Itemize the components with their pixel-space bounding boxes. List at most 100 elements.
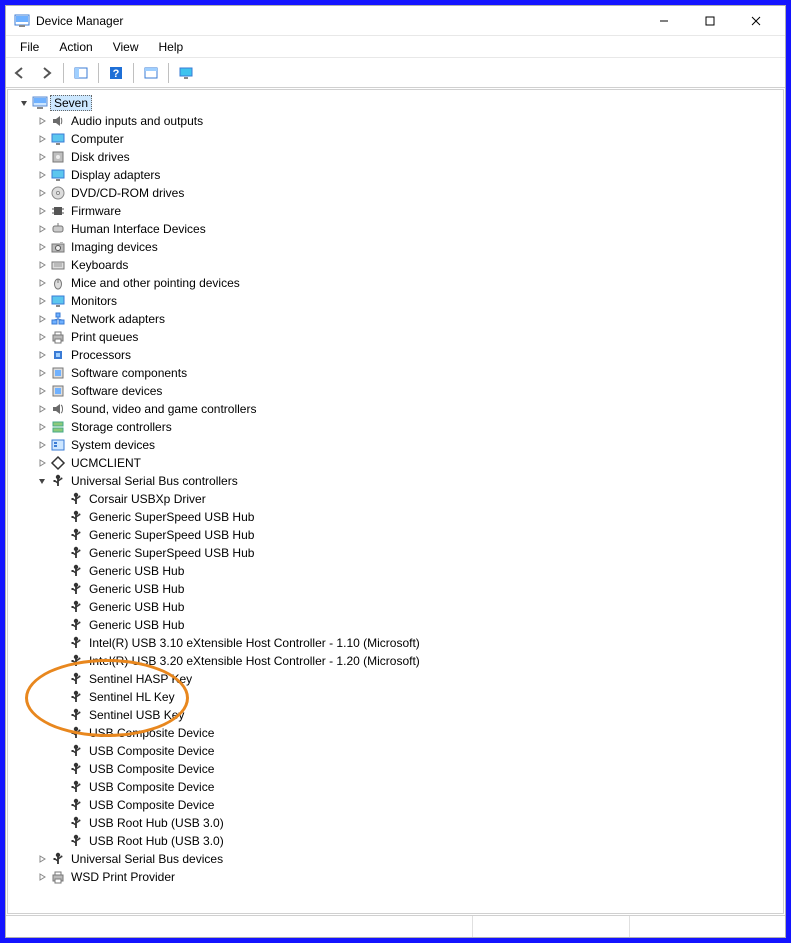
expand-toggle-icon[interactable] [36,458,48,468]
expand-toggle-icon[interactable] [18,98,30,108]
expand-toggle-icon[interactable] [36,440,48,450]
tree-item[interactable]: Seven [16,94,779,112]
tree-item[interactable]: Universal Serial Bus controllers [34,472,779,490]
tree-item[interactable]: Sentinel HL Key [52,688,779,706]
tree-item-label: WSD Print Provider [68,870,178,884]
tree-item[interactable]: Sentinel HASP Key [52,670,779,688]
tree-item[interactable]: Storage controllers [34,418,779,436]
expand-toggle-icon[interactable] [36,260,48,270]
expand-toggle-icon[interactable] [36,332,48,342]
tree-item[interactable]: Intel(R) USB 3.10 eXtensible Host Contro… [52,634,779,652]
expand-toggle-icon[interactable] [36,224,48,234]
menu-file[interactable]: File [10,38,49,56]
tree-item[interactable]: Sentinel USB Key [52,706,779,724]
tree-item[interactable]: USB Composite Device [52,760,779,778]
tree-item[interactable]: Mice and other pointing devices [34,274,779,292]
help-button[interactable]: ? [104,61,128,85]
tree-item[interactable]: Processors [34,346,779,364]
system-icon [50,437,66,453]
tree-item[interactable]: DVD/CD-ROM drives [34,184,779,202]
tree-item[interactable]: Generic USB Hub [52,616,779,634]
tree-item[interactable]: Sound, video and game controllers [34,400,779,418]
tree-item[interactable]: Firmware [34,202,779,220]
tree-item[interactable]: Generic SuperSpeed USB Hub [52,544,779,562]
expand-toggle-icon[interactable] [36,278,48,288]
computer-icon [32,95,48,111]
expand-toggle-icon[interactable] [36,476,48,486]
menu-view[interactable]: View [103,38,149,56]
status-cell [6,916,472,937]
expand-toggle-icon[interactable] [36,152,48,162]
expand-toggle-icon[interactable] [36,404,48,414]
tree-item[interactable]: Disk drives [34,148,779,166]
expand-toggle-icon[interactable] [36,422,48,432]
expand-toggle-icon[interactable] [36,296,48,306]
sw-icon [50,383,66,399]
tree-item[interactable]: Generic USB Hub [52,562,779,580]
tree-item[interactable]: UCMCLIENT [34,454,779,472]
menu-help[interactable]: Help [149,38,194,56]
scan-hardware-button[interactable] [139,61,163,85]
tree-item[interactable]: Imaging devices [34,238,779,256]
disk-icon [50,149,66,165]
tree-item[interactable]: USB Root Hub (USB 3.0) [52,832,779,850]
tree-item[interactable]: Generic SuperSpeed USB Hub [52,526,779,544]
device-tree-area[interactable]: SevenAudio inputs and outputsComputerDis… [7,89,784,914]
tree-item[interactable]: Keyboards [34,256,779,274]
tree-item[interactable]: USB Composite Device [52,778,779,796]
minimize-button[interactable] [641,7,687,35]
tree-item[interactable]: Human Interface Devices [34,220,779,238]
tree-item-label: Mice and other pointing devices [68,276,243,290]
tree-item[interactable]: Generic SuperSpeed USB Hub [52,508,779,526]
expand-toggle-icon[interactable] [36,116,48,126]
back-button[interactable] [8,61,32,85]
tree-item[interactable]: Generic USB Hub [52,598,779,616]
tree-item[interactable]: Audio inputs and outputs [34,112,779,130]
close-button[interactable] [733,7,779,35]
expand-toggle-icon[interactable] [36,170,48,180]
hid-icon [50,221,66,237]
expand-toggle-icon[interactable] [36,854,48,864]
tree-item[interactable]: Universal Serial Bus devices [34,850,779,868]
printer-icon [50,329,66,345]
tree-item[interactable]: System devices [34,436,779,454]
tree-item-label: Sound, video and game controllers [68,402,259,416]
tree-item[interactable]: USB Composite Device [52,796,779,814]
svg-text:?: ? [113,68,120,80]
expand-toggle-icon[interactable] [36,386,48,396]
usb-icon [68,743,84,759]
tree-item[interactable]: Generic USB Hub [52,580,779,598]
tree-item[interactable]: Software components [34,364,779,382]
tree-item[interactable]: USB Composite Device [52,724,779,742]
tree-item[interactable]: USB Root Hub (USB 3.0) [52,814,779,832]
expand-toggle-icon[interactable] [36,242,48,252]
tree-item-label: Software components [68,366,190,380]
maximize-button[interactable] [687,7,733,35]
show-hide-pane-button[interactable] [69,61,93,85]
menu-action[interactable]: Action [49,38,102,56]
monitor-button[interactable] [174,61,198,85]
tree-item[interactable]: WSD Print Provider [34,868,779,886]
expand-toggle-icon[interactable] [36,188,48,198]
expand-toggle-icon[interactable] [36,134,48,144]
expand-toggle-icon[interactable] [36,872,48,882]
tree-item[interactable]: Print queues [34,328,779,346]
tree-item[interactable]: USB Composite Device [52,742,779,760]
forward-button[interactable] [34,61,58,85]
expand-toggle-icon[interactable] [36,368,48,378]
expand-toggle-icon[interactable] [36,314,48,324]
expand-toggle-icon[interactable] [36,206,48,216]
tree-item[interactable]: Intel(R) USB 3.20 eXtensible Host Contro… [52,652,779,670]
expand-toggle-icon[interactable] [36,350,48,360]
disc-icon [50,185,66,201]
tree-item-label: UCMCLIENT [68,456,144,470]
tree-item[interactable]: Monitors [34,292,779,310]
tree-item-label: Universal Serial Bus devices [68,852,226,866]
tree-item[interactable]: Computer [34,130,779,148]
network-icon [50,311,66,327]
tree-item[interactable]: Network adapters [34,310,779,328]
tree-item[interactable]: Corsair USBXp Driver [52,490,779,508]
usb-icon [68,779,84,795]
tree-item[interactable]: Display adapters [34,166,779,184]
tree-item[interactable]: Software devices [34,382,779,400]
